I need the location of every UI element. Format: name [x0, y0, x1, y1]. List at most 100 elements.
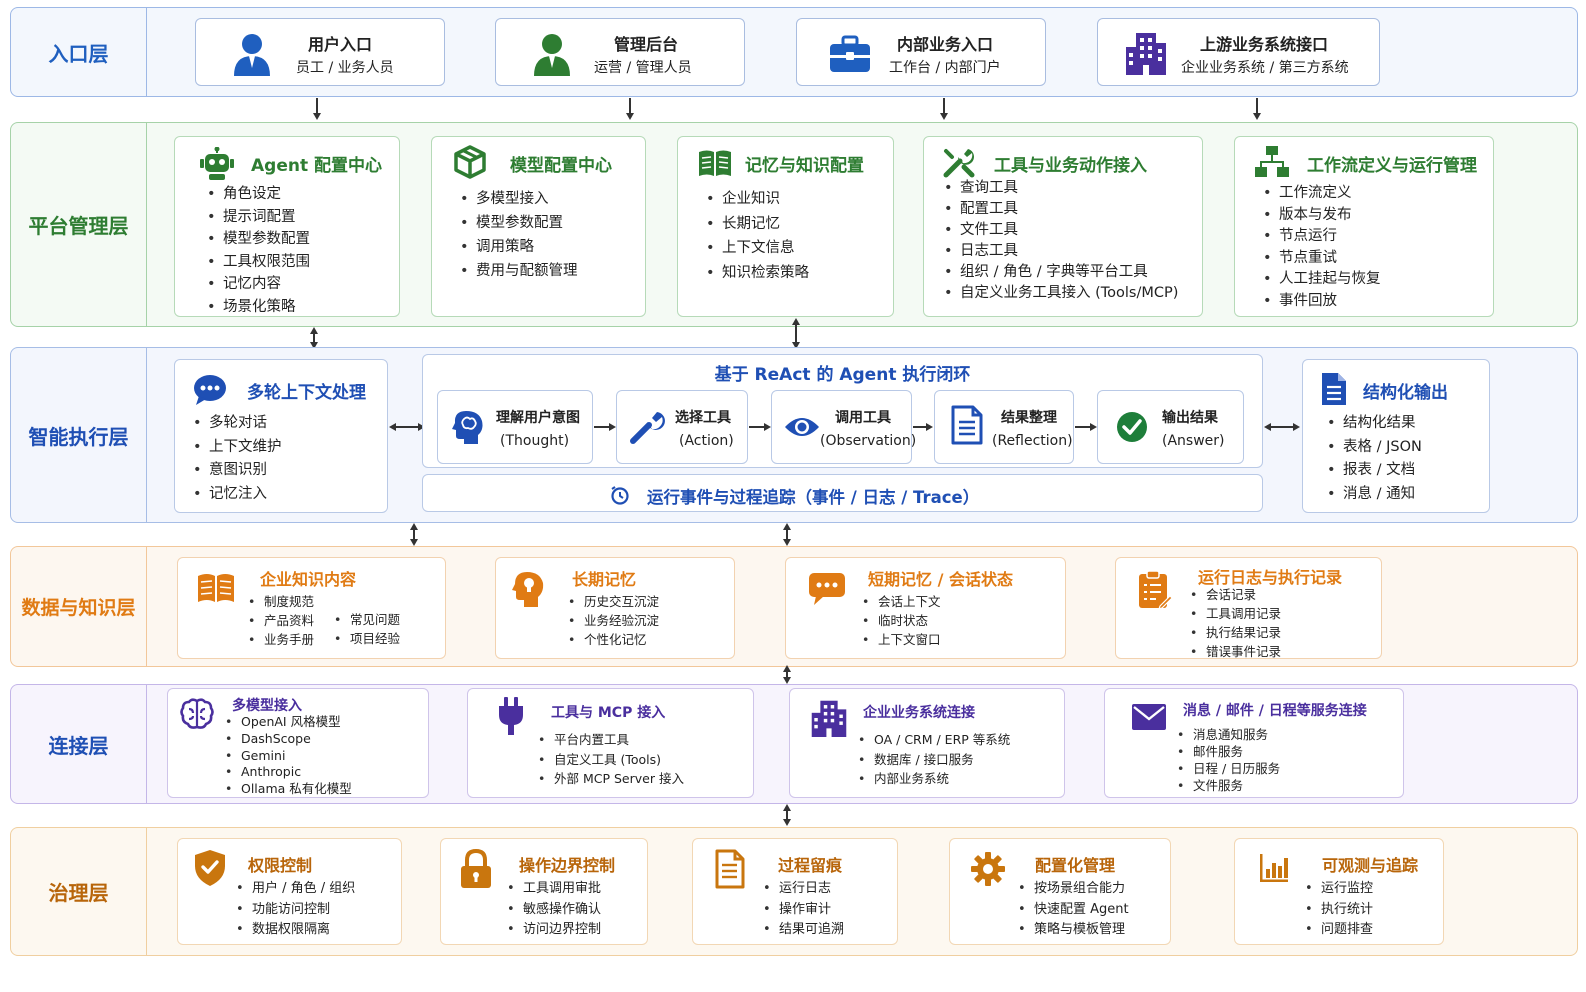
- list-item: 执行统计: [1301, 900, 1373, 921]
- arrow-head: [764, 423, 771, 431]
- clock-icon: [611, 486, 629, 505]
- building-icon: [811, 700, 847, 737]
- item-list: 多轮对话 上下文维护 意图识别 记忆注入: [189, 412, 282, 506]
- arrow: [316, 98, 318, 114]
- platform-card-memory: 记忆与知识配置 企业知识 长期记忆 上下文信息 知识检索策略: [677, 136, 894, 317]
- step-sub: (Observation): [820, 433, 917, 449]
- gov-card-observability: 可观测与追踪 运行监控 执行统计 问题排查: [1234, 838, 1444, 945]
- connect-card-enterprise: 企业业务系统连接 OA / CRM / ERP 等系统 数据库 / 接口服务 内…: [789, 688, 1065, 798]
- step-sub: (Action): [679, 433, 734, 449]
- arrow-head: [783, 665, 791, 672]
- list-item: 配置工具: [940, 199, 1178, 220]
- step-title: 选择工具: [675, 410, 731, 426]
- card-title: 多模型接入: [232, 698, 302, 714]
- list-item: 运行监控: [1301, 879, 1373, 900]
- list-item: 上下文窗口: [858, 630, 941, 649]
- list-item: 操作审计: [759, 900, 844, 921]
- item-list: 消息通知服务 邮件服务 日程 / 日历服务 文件服务: [1173, 726, 1280, 794]
- shield-icon: [195, 850, 225, 886]
- list-item: 错误事件记录: [1186, 642, 1281, 661]
- gov-layer-label: 治理层: [11, 828, 147, 955]
- wrench-icon: [630, 412, 665, 444]
- file-icon: [1322, 373, 1346, 405]
- eye-icon: [785, 418, 819, 436]
- connect-layer-label: 连接层: [11, 685, 147, 803]
- arrow: [629, 98, 631, 114]
- exec-card-context: 多轮上下文处理 多轮对话 上下文维护 意图识别 记忆注入: [174, 359, 388, 513]
- arrow-head: [940, 113, 948, 120]
- list-item: 常见问题: [330, 610, 400, 629]
- gear-icon: [971, 852, 1005, 886]
- item-list: 制度规范 产品资料 业务手册: [244, 592, 314, 649]
- cube-icon: [454, 145, 486, 179]
- list-item: 自定义业务工具接入 (Tools/MCP): [940, 283, 1178, 304]
- item-list: 结构化结果 表格 / JSON 报表 / 文档 消息 / 通知: [1323, 412, 1422, 506]
- arrow-head: [792, 318, 800, 325]
- arrow: [749, 426, 765, 428]
- lock-icon: [461, 849, 491, 888]
- list-item: 外部 MCP Server 接入: [534, 769, 684, 789]
- list-item: 临时状态: [858, 611, 941, 630]
- building-icon: [1126, 33, 1166, 75]
- briefcase-icon: [830, 35, 870, 72]
- list-item: 工具调用审批: [503, 879, 601, 900]
- list-item: Anthropic: [221, 764, 352, 781]
- card-title: Agent 配置中心: [251, 156, 383, 176]
- chat-icon: [809, 573, 845, 605]
- card-title: 可观测与追踪: [1322, 856, 1419, 875]
- data-card-knowledge: 企业知识内容 制度规范 产品资料 业务手册 常见问题 项目经验: [177, 557, 446, 659]
- arrow: [594, 426, 610, 428]
- list-item: 人工挂起与恢复: [1259, 269, 1381, 291]
- doc-lines-icon: [715, 849, 745, 889]
- list-item: 结果可追溯: [759, 920, 844, 941]
- react-step-reflection: 结果整理 (Reflection): [934, 390, 1074, 464]
- entry-card-admin: 管理后台 运营 / 管理人员: [495, 18, 745, 86]
- item-list: 会话记录 工具调用记录 执行结果记录 错误事件记录: [1186, 585, 1281, 661]
- platform-card-tools: 工具与业务动作接入 查询工具 配置工具 文件工具 日志工具 组织 / 角色 / …: [923, 136, 1203, 317]
- arrow: [913, 426, 927, 428]
- connect-card-mcp: 工具与 MCP 接入 平台内置工具 自定义工具 (Tools) 外部 MCP S…: [467, 688, 754, 798]
- arrow-head: [926, 423, 933, 431]
- arrow-head: [313, 113, 321, 120]
- item-list: 工作流定义 版本与发布 节点运行 节点重试 人工挂起与恢复 事件回放: [1259, 183, 1381, 312]
- list-item: 问题排查: [1301, 920, 1373, 941]
- step-title: 输出结果: [1162, 410, 1218, 426]
- list-item: 消息 / 通知: [1323, 483, 1422, 507]
- card-title: 多轮上下文处理: [247, 383, 366, 403]
- robot-icon: [200, 147, 234, 180]
- list-item: 执行结果记录: [1186, 623, 1281, 642]
- card-title: 过程留痕: [778, 856, 843, 875]
- step-sub: (Answer): [1162, 433, 1225, 449]
- arrow-head: [783, 677, 791, 684]
- exec-layer-label: 智能执行层: [11, 348, 147, 522]
- connect-card-models: 多模型接入 OpenAI 风格模型 DashScope Gemini Anthr…: [167, 688, 429, 798]
- platform-card-workflow: 工作流定义与运行管理 工作流定义 版本与发布 节点运行 节点重试 人工挂起与恢复…: [1234, 136, 1494, 317]
- item-list: 按场景组合能力 快速配置 Agent 策略与模板管理: [1014, 879, 1129, 941]
- card-title: 工具与 MCP 接入: [551, 705, 666, 721]
- react-loop-title: 基于 ReAct 的 Agent 执行闭环: [714, 365, 971, 385]
- list-item: OA / CRM / ERP 等系统: [854, 730, 1010, 750]
- react-step-action: 选择工具 (Action): [616, 390, 748, 464]
- list-item: 记忆内容: [203, 273, 310, 296]
- data-card-short-memory: 短期记忆 / 会话状态 会话上下文 临时状态 上下文窗口: [785, 557, 1066, 659]
- list-item: 按场景组合能力: [1014, 879, 1129, 900]
- list-item: 功能访问控制: [232, 900, 355, 921]
- item-list: 多模型接入 模型参数配置 调用策略 费用与配额管理: [456, 187, 578, 283]
- list-item: 历史交互沉淀: [564, 592, 659, 611]
- item-list: 运行监控 执行统计 问题排查: [1301, 879, 1373, 941]
- list-item: 会话记录: [1186, 585, 1281, 604]
- arrow-head: [410, 523, 418, 530]
- clipboard-icon: [1139, 570, 1172, 610]
- card-title: 工具与业务动作接入: [994, 156, 1147, 176]
- connect-card-messaging: 消息 / 邮件 / 日程等服务连接 消息通知服务 邮件服务 日程 / 日历服务 …: [1104, 688, 1404, 798]
- list-item: 项目经验: [330, 629, 400, 648]
- list-item: DashScope: [221, 731, 352, 748]
- list-item: 访问边界控制: [503, 920, 601, 941]
- entry-card-sub: 运营 / 管理人员: [594, 60, 692, 76]
- admin-user-icon: [534, 34, 570, 76]
- arrow-head: [609, 423, 616, 431]
- arrow-head: [783, 804, 791, 811]
- item-list: OpenAI 风格模型 DashScope Gemini Anthropic O…: [221, 714, 352, 798]
- entry-card-title: 上游业务系统接口: [1200, 35, 1329, 54]
- list-item: 业务经验沉淀: [564, 611, 659, 630]
